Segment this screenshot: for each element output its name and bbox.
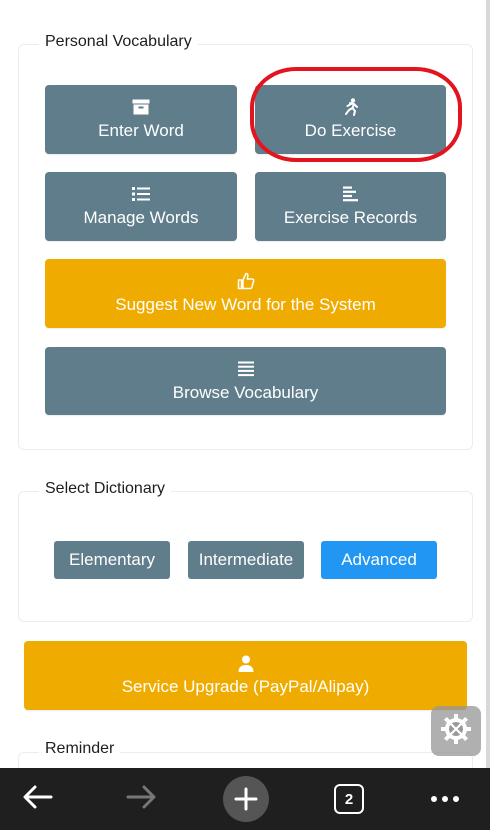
enter-word-button[interactable]: Enter Word	[45, 85, 237, 154]
do-exercise-label: Do Exercise	[304, 121, 397, 140]
enter-word-label: Enter Word	[98, 121, 184, 140]
dictionary-intermediate-button[interactable]: Intermediate	[188, 541, 304, 579]
back-button[interactable]	[14, 768, 62, 830]
suggest-word-label: Suggest New Word for the System	[115, 295, 376, 314]
tabs-icon: 2	[334, 784, 364, 814]
align-left-icon	[342, 185, 359, 203]
user-icon	[238, 654, 254, 672]
new-tab-button[interactable]	[222, 768, 270, 830]
dictionary-advanced-button[interactable]: Advanced	[321, 541, 437, 579]
more-menu-button[interactable]	[422, 768, 468, 830]
thumbs-up-icon	[237, 272, 255, 290]
forward-button[interactable]	[117, 768, 165, 830]
exercise-records-label: Exercise Records	[283, 208, 418, 227]
reminder-title: Reminder	[39, 739, 121, 759]
list-icon	[132, 185, 150, 203]
exercise-records-button[interactable]: Exercise Records	[255, 172, 446, 241]
menu-lines-icon	[237, 360, 254, 378]
floating-gear-button[interactable]	[431, 706, 481, 756]
tabs-button[interactable]: 2	[326, 768, 372, 830]
forward-arrow-icon	[126, 785, 156, 814]
plus-icon	[223, 776, 269, 822]
manage-words-button[interactable]: Manage Words	[45, 172, 237, 241]
browse-vocabulary-button[interactable]: Browse Vocabulary	[45, 347, 446, 415]
browse-vocabulary-label: Browse Vocabulary	[172, 382, 319, 402]
service-upgrade-label: Service Upgrade (PayPal/Alipay)	[121, 677, 370, 696]
scrollbar-track	[486, 0, 490, 770]
service-upgrade-button[interactable]: Service Upgrade (PayPal/Alipay)	[24, 641, 467, 710]
more-icon	[430, 790, 460, 808]
manage-words-label: Manage Words	[83, 208, 199, 227]
personal-vocabulary-title: Personal Vocabulary	[39, 32, 198, 52]
gear-tools-icon	[439, 712, 473, 751]
browser-bottom-bar: 2	[0, 768, 490, 830]
back-arrow-icon	[23, 785, 53, 814]
running-person-icon	[343, 98, 359, 116]
suggest-word-button[interactable]: Suggest New Word for the System	[45, 259, 446, 328]
select-dictionary-title: Select Dictionary	[39, 479, 172, 499]
archive-box-icon	[132, 98, 150, 116]
do-exercise-button[interactable]: Do Exercise	[255, 85, 446, 154]
dictionary-elementary-button[interactable]: Elementary	[54, 541, 170, 579]
